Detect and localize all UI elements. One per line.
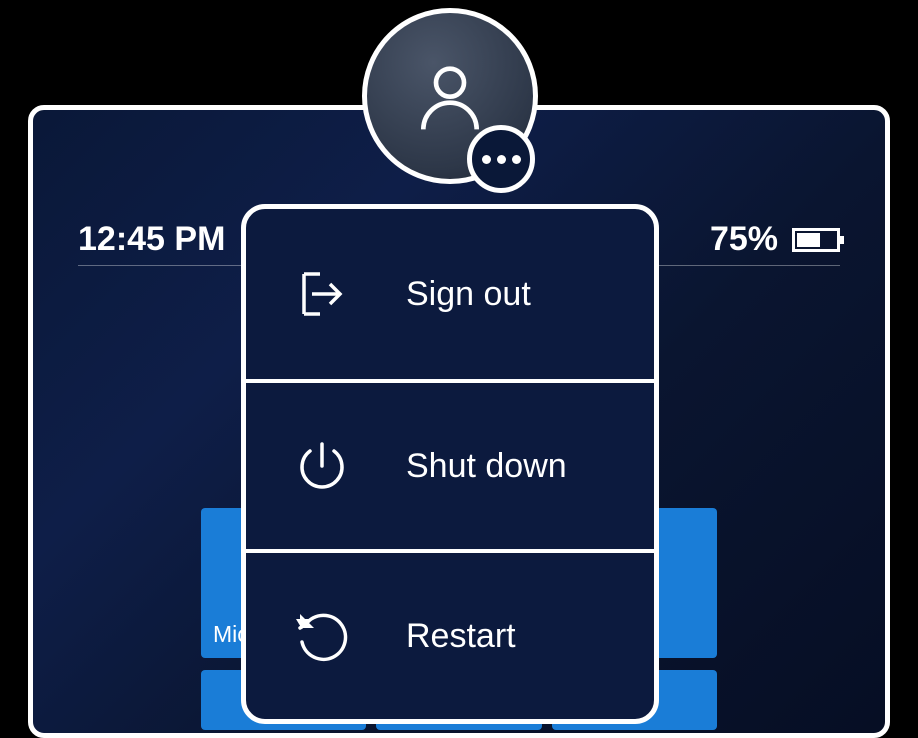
- battery-percent: 75%: [710, 220, 778, 259]
- person-icon: [410, 56, 490, 136]
- power-icon: [294, 438, 350, 494]
- clock-time: 12:45 PM: [78, 220, 225, 259]
- battery-status: 75%: [710, 220, 840, 259]
- more-options-button[interactable]: [467, 125, 535, 193]
- sign-out-button[interactable]: Sign out: [246, 209, 654, 379]
- sign-out-icon: [294, 266, 350, 322]
- shut-down-button[interactable]: Shut down: [246, 379, 654, 549]
- menu-label: Shut down: [406, 447, 567, 486]
- menu-label: Sign out: [406, 275, 531, 314]
- power-menu: Sign out Shut down Restart: [241, 204, 659, 724]
- restart-icon: [294, 608, 350, 664]
- menu-label: Restart: [406, 617, 516, 656]
- battery-icon: [792, 228, 840, 252]
- restart-button[interactable]: Restart: [246, 549, 654, 719]
- ellipsis-icon: [482, 155, 491, 164]
